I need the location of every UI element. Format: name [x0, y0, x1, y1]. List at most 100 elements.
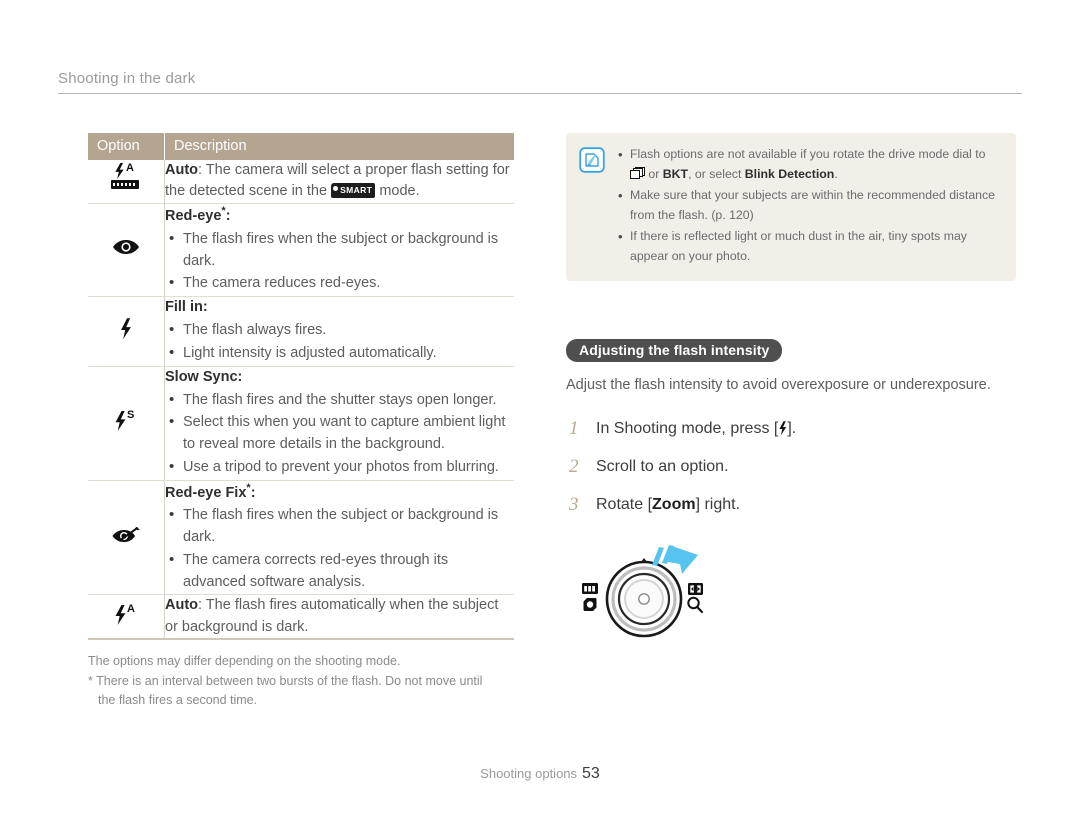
flash-options-table: Option Description A Auto: The camera wi…: [88, 133, 514, 641]
note-pen-icon: [579, 147, 605, 173]
flash-slow-sync-icon: S: [114, 409, 138, 432]
burst-drive-icon: [630, 166, 645, 179]
option-title: Red-eye: [165, 207, 222, 224]
flash-bolt-icon: [779, 421, 787, 436]
option-icon-cell: [88, 203, 165, 298]
footnote-line-3: the flash fires a second time.: [98, 693, 258, 708]
option-title-colon: :: [250, 484, 256, 501]
option-icon-cell: A: [88, 160, 165, 204]
list-item: Use a tripod to prevent your photos from…: [165, 456, 514, 479]
option-title-colon: :: [202, 299, 208, 315]
page-title: Shooting in the dark: [58, 70, 196, 87]
bolt-shape: [121, 318, 131, 340]
list-item: 2 Scroll to an option.: [566, 455, 1016, 479]
page-footer: Shooting options 53: [0, 765, 1080, 783]
option-lead-text: : The flash fires automatically when the…: [165, 597, 499, 635]
list-item: 3 Rotate [Zoom] right.: [566, 493, 1016, 517]
flash-auto-smart-icon: A: [111, 161, 141, 195]
red-eye-fix-icon: [111, 525, 141, 545]
footer-page-number: 53: [582, 765, 600, 782]
column-header-option: Option: [88, 133, 165, 160]
step-number: 3: [569, 494, 579, 516]
step-text-pre: Scroll to an option.: [596, 458, 729, 476]
table-row: Red-eye*: The flash fires when the subje…: [88, 203, 514, 298]
option-description-cell: Slow Sync: The flash fires and the shutt…: [164, 366, 514, 481]
list-item: If there is reflected light or much dust…: [616, 226, 1002, 267]
step-text-bold-zoom: Zoom: [652, 496, 696, 514]
option-title: Auto: [165, 162, 199, 178]
list-item: Make sure that your subjects are within …: [616, 185, 1002, 226]
list-item: Select this when you want to capture amb…: [165, 411, 514, 456]
thumbnail-grid-icon: [582, 583, 598, 595]
step-number: 1: [569, 418, 579, 440]
auto-superscript: A: [127, 602, 135, 615]
right-column: Flash options are not available if you r…: [566, 133, 1016, 641]
option-bullet-list: The flash always fires. Light intensity …: [165, 319, 514, 365]
list-item: The flash fires when the subject or back…: [165, 504, 514, 549]
list-item: The camera reduces red-eyes.: [165, 272, 514, 295]
note-text-post: .: [834, 166, 838, 181]
step-number: 2: [569, 456, 579, 478]
table-row: A Auto: The camera will select a proper …: [88, 160, 514, 204]
footer-section-label: Shooting options: [480, 766, 578, 781]
list-item: Light intensity is adjusted automaticall…: [165, 342, 514, 365]
option-title: Slow Sync: [165, 368, 238, 385]
bolt-shape: [115, 604, 126, 625]
note-text-bold-blink: Blink Detection: [744, 166, 835, 181]
option-icon-cell: A: [88, 594, 165, 641]
slow-sync-superscript: S: [127, 409, 135, 422]
red-eye-icon: [112, 239, 140, 255]
option-description-text: Auto: The camera will select a proper fl…: [165, 160, 514, 203]
option-bullet-list: The flash fires and the shutter stays op…: [165, 389, 514, 479]
step-text-pre: Rotate [: [596, 496, 653, 514]
table-footnotes: The options may differ depending on the …: [88, 652, 514, 710]
option-title: Auto: [165, 597, 199, 614]
option-title-wrap: Fill in:: [165, 297, 514, 318]
list-item: Flash options are not available if you r…: [616, 144, 1002, 185]
table-header-row: Option Description: [88, 133, 514, 160]
footnote-line-2: * There is an interval between two burst…: [88, 673, 483, 688]
column-header-description: Description: [164, 133, 514, 160]
option-bullet-list: The flash fires when the subject or back…: [165, 228, 514, 295]
table-body: A Auto: The camera will select a proper …: [88, 160, 514, 641]
table-row: Fill in: The flash always fires. Light i…: [88, 296, 514, 367]
section-intro-text: Adjust the flash intensity to avoid over…: [566, 377, 991, 394]
option-title: Fill in: [165, 299, 203, 315]
header-divider: [58, 93, 1022, 94]
left-column: Option Description A Auto: The camera wi…: [88, 133, 514, 710]
auto-superscript: A: [126, 161, 134, 174]
table-row: S Slow Sync: The flash fires and the shu…: [88, 366, 514, 481]
option-description-cell: Red-eye Fix*: The flash fires when the s…: [164, 480, 514, 596]
note-text-pre: Flash options are not available if you r…: [630, 147, 986, 161]
option-description-cell: Auto: The flash fires automatically when…: [164, 594, 514, 641]
option-icon-cell: S: [88, 366, 165, 481]
bolt-shape: [115, 411, 126, 432]
page-header: Shooting in the dark: [58, 70, 1022, 94]
option-title-wrap: Red-eye*:: [165, 204, 514, 227]
list-item: The flash always fires.: [165, 319, 514, 342]
note-list: Flash options are not available if you r…: [616, 144, 1002, 267]
zoom-dial-figure: [576, 531, 726, 641]
list-item: The flash fires and the shutter stays op…: [165, 389, 514, 412]
option-icon-cell: [88, 296, 165, 367]
note-box: Flash options are not available if you r…: [566, 133, 1016, 282]
section-heading-pill: Adjusting the flash intensity: [566, 339, 783, 363]
flash-auto-icon: A: [114, 602, 138, 625]
list-item: The camera corrects red-eyes through its…: [165, 549, 514, 594]
magnifier-icon: [687, 596, 704, 614]
option-description-text: Auto: The flash fires automatically when…: [165, 595, 514, 638]
option-title-colon: :: [237, 368, 243, 385]
table-row: Red-eye Fix*: The flash fires when the s…: [88, 480, 514, 596]
flash-fill-in-icon: [119, 318, 133, 340]
option-description-cell: Fill in: The flash always fires. Light i…: [164, 296, 514, 367]
smart-mode-icon: SMART: [331, 183, 376, 198]
option-title-wrap: Slow Sync:: [165, 367, 514, 388]
list-item: 1 In Shooting mode, press [].: [566, 417, 1016, 441]
option-title: Red-eye Fix: [165, 484, 247, 501]
telephoto-icon: [688, 583, 703, 596]
step-text-pre: In Shooting mode, press [: [596, 420, 779, 438]
option-title-wrap: Red-eye Fix*:: [165, 481, 514, 504]
wide-angle-icon: [583, 598, 597, 612]
steps-list: 1 In Shooting mode, press []. 2 Scroll t…: [566, 417, 1016, 517]
option-bullet-list: The flash fires when the subject or back…: [165, 504, 514, 594]
